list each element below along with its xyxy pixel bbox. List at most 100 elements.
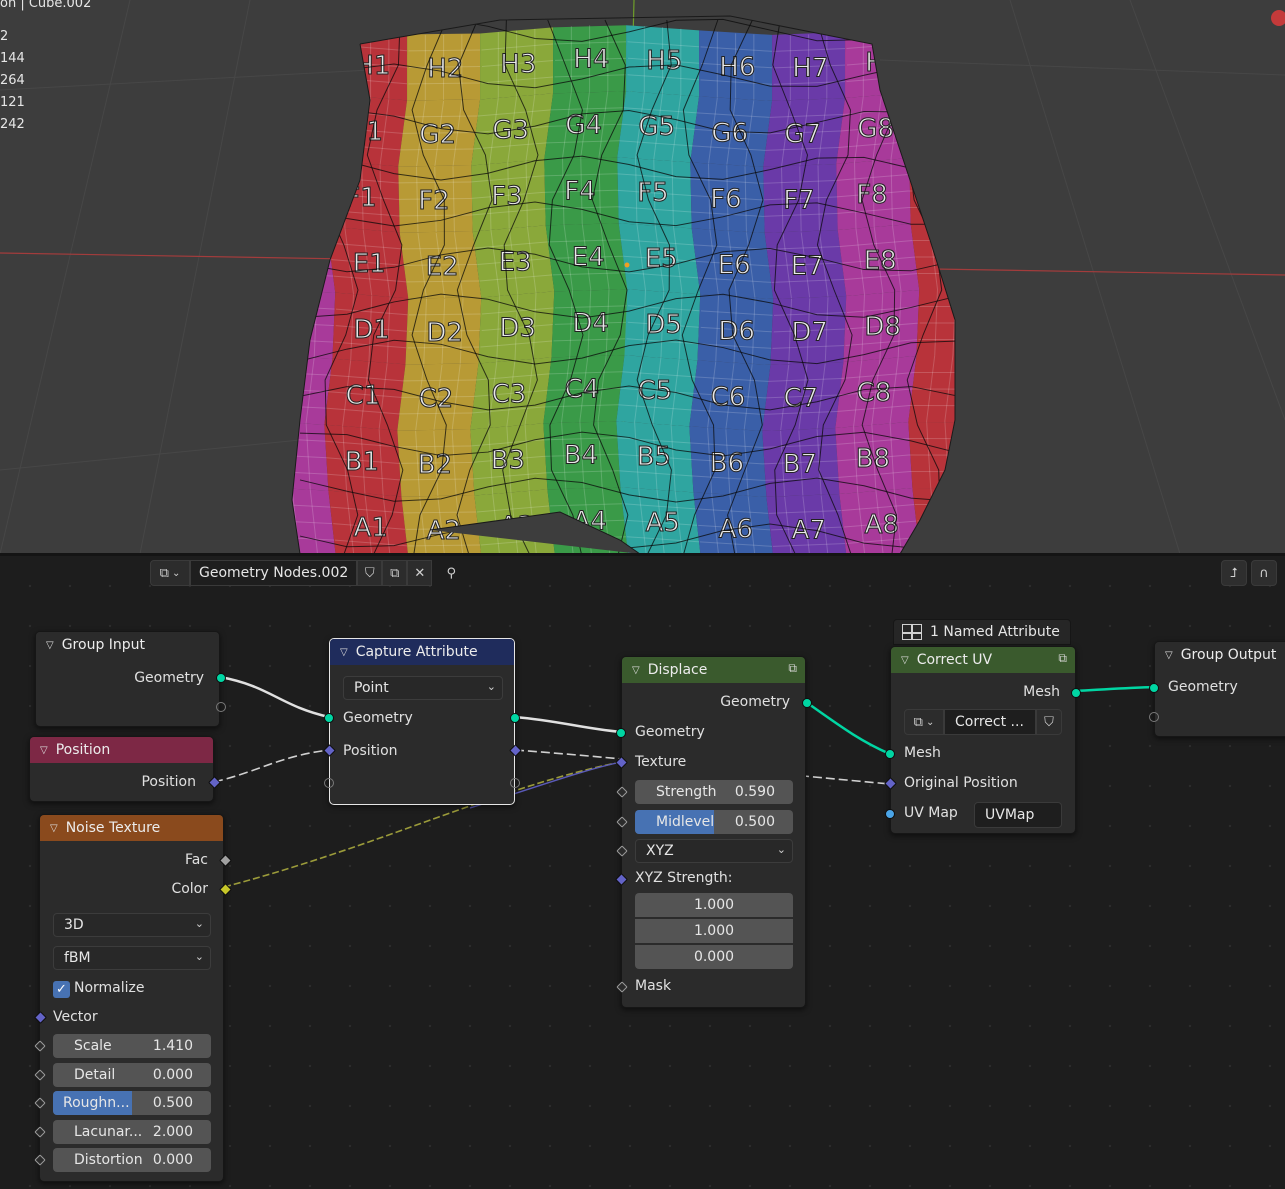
viewport-scene: H1G1F1E1D1C1B1A1H2G2F2E2D2C2B2A2H3G3F3E3… (0, 0, 1285, 554)
collapse-chevron-icon[interactable]: ▽ (40, 745, 48, 756)
mesh-input-socket[interactable] (885, 749, 895, 759)
node-group-icon[interactable]: ⧉ (1058, 651, 1067, 666)
pin-icon[interactable]: ⚲ (436, 560, 466, 586)
strength-field[interactable]: Strength 0.590 (635, 780, 793, 804)
geometry-output-socket[interactable] (216, 673, 226, 683)
distortion-input-socket[interactable] (34, 1154, 46, 1166)
capture-attribute-node[interactable]: ▽ Capture Attribute Point ⌄ Geometry Posi… (323, 638, 522, 805)
uv-grid-label: E1 (353, 249, 386, 279)
uv-grid-cell (292, 25, 335, 95)
mesh-output-socket[interactable] (1071, 688, 1081, 698)
xyz-strength-x-field[interactable]: 1.000 (635, 893, 793, 917)
uv-grid-subline (278, 289, 281, 355)
position-node[interactable]: ▽ Position Position (29, 736, 221, 802)
duplicate-icon[interactable]: ⧉ (382, 560, 408, 586)
roughness-input-socket[interactable] (34, 1097, 46, 1109)
detail-field[interactable]: Detail 0.000 (53, 1063, 211, 1087)
geometry-output-socket[interactable] (802, 698, 812, 708)
lacunarity-input-socket[interactable] (34, 1126, 46, 1138)
empty-input-socket[interactable] (1149, 712, 1159, 722)
distortion-field[interactable]: Distortion 0.000 (53, 1148, 211, 1172)
uv-grid-label: E2 (426, 252, 459, 282)
noise-texture-node[interactable]: ▽ Noise Texture Fac Color 3D ⌄ fBM ⌄ ✓ Nor… (34, 814, 232, 1182)
record-indicator-icon[interactable] (1271, 10, 1285, 26)
roughness-field[interactable]: Roughn... 0.500 (53, 1091, 211, 1115)
displace-header[interactable]: ▽ Displace ⧉ (622, 657, 805, 683)
strength-input-socket[interactable] (616, 786, 628, 798)
scale-input-socket[interactable] (34, 1040, 46, 1052)
empty-output-socket[interactable] (510, 778, 520, 788)
mode-input-socket[interactable] (616, 845, 628, 857)
position-input-socket[interactable] (323, 744, 336, 757)
uv-grid-subline (292, 57, 337, 63)
position-header[interactable]: ▽ Position (30, 737, 213, 763)
empty-input-socket[interactable] (324, 778, 334, 788)
collapse-chevron-icon[interactable]: ▽ (632, 665, 640, 676)
normalize-checkbox[interactable]: ✓ (53, 981, 70, 998)
geometry-input-socket[interactable] (616, 728, 626, 738)
uv-grid-subline (945, 156, 948, 224)
collapse-chevron-icon[interactable]: ▽ (50, 823, 58, 834)
collapse-chevron-icon[interactable]: ▽ (340, 647, 348, 658)
texture-input-socket[interactable] (615, 756, 628, 769)
node-tree-name-field[interactable]: Geometry Nodes.002 (190, 560, 358, 586)
midlevel-field[interactable]: Midlevel 0.500 (635, 810, 793, 834)
node-editor[interactable]: ⧉ ⌄ Geometry Nodes.002 ⛉ ⧉ ✕ ⚲ ⮥ ∩ ▽ Grou… (0, 556, 1285, 1189)
correct-uv-node[interactable]: ▽ Correct UV ⧉ Mesh ⧉ ⌄ Correct ... ⛉ Mes… (884, 646, 1081, 834)
fac-output-socket[interactable] (219, 854, 232, 867)
position-output-socket[interactable] (208, 776, 221, 789)
displace-node[interactable]: ▽ Displace ⧉ Geometry Geometry Texture S… (615, 656, 812, 1008)
correct-uv-header[interactable]: ▽ Correct UV ⧉ (891, 647, 1075, 673)
uv-grid-subline (271, 157, 272, 223)
uv-map-field[interactable]: UVMap (974, 802, 1062, 828)
fake-user-shield-icon[interactable]: ⛉ (357, 560, 383, 586)
collapse-chevron-icon[interactable]: ▽ (1165, 650, 1173, 661)
collapse-chevron-icon[interactable]: ▽ (901, 655, 909, 666)
fake-user-shield-icon[interactable]: ⛉ (1036, 709, 1062, 735)
parent-node-tree-icon[interactable]: ⮥ (1221, 560, 1247, 586)
dimensions-dropdown[interactable]: 3D ⌄ (53, 913, 211, 937)
uv-grid-mesh: H1G1F1E1D1C1B1A1H2G2F2E2D2C2B2A2H3G3F3E3… (271, 17, 955, 554)
capture-attribute-header[interactable]: ▽ Capture Attribute (330, 639, 514, 665)
noise-type-dropdown[interactable]: fBM ⌄ (53, 946, 211, 970)
noise-texture-header[interactable]: ▽ Noise Texture (40, 815, 223, 841)
detail-input-socket[interactable] (34, 1069, 46, 1081)
position-output-socket[interactable] (509, 744, 522, 757)
xyz-strength-input-socket[interactable] (615, 873, 628, 886)
original-position-input-socket[interactable] (884, 777, 897, 790)
xyz-strength-z-field[interactable]: 0.000 (635, 945, 793, 969)
mode-dropdown[interactable]: XYZ ⌄ (635, 839, 793, 863)
node-group-icon[interactable]: ⧉ (788, 661, 797, 676)
group-input-node[interactable]: ▽ Group Input Geometry (35, 631, 226, 727)
geometry-input-socket[interactable] (324, 713, 334, 723)
midlevel-input-socket[interactable] (616, 816, 628, 828)
group-input-header[interactable]: ▽ Group Input (36, 632, 219, 658)
uv-map-input-socket[interactable] (885, 809, 895, 819)
group-output-node[interactable]: ▽ Group Output Geometry (1149, 641, 1285, 737)
lacunarity-field[interactable]: Lacunar... 2.000 (53, 1120, 211, 1144)
color-output-socket[interactable] (219, 883, 232, 896)
mask-input-socket[interactable] (616, 981, 628, 993)
group-browse-button[interactable]: ⧉ ⌄ (904, 709, 944, 735)
group-output-header[interactable]: ▽ Group Output (1155, 642, 1285, 668)
empty-output-socket[interactable] (216, 702, 226, 712)
group-name-field[interactable]: Correct ... (944, 709, 1036, 735)
uv-grid-label: C7 (784, 383, 819, 413)
named-attribute-tag: 1 Named Attribute (893, 619, 1071, 645)
close-icon[interactable]: ✕ (407, 560, 433, 586)
uv-grid-label: B1 (345, 447, 379, 477)
domain-dropdown[interactable]: Point ⌄ (343, 676, 503, 700)
geometry-input-socket[interactable] (1149, 683, 1159, 693)
3d-viewport[interactable]: H1G1F1E1D1C1B1A1H2G2F2E2D2C2B2A2H3G3F3E3… (0, 0, 1285, 554)
uv-grid-label: F2 (418, 186, 450, 216)
midlevel-label: Midlevel (656, 814, 715, 830)
collapse-chevron-icon[interactable]: ▽ (46, 640, 54, 651)
xyz-strength-y-field[interactable]: 1.000 (635, 919, 793, 943)
geometry-output-socket[interactable] (510, 713, 520, 723)
vector-input-socket[interactable] (34, 1011, 47, 1024)
snap-magnet-icon[interactable]: ∩ (1251, 560, 1277, 586)
chevron-down-icon: ⌄ (486, 680, 496, 693)
node-tree-browse-button[interactable]: ⧉ ⌄ (150, 560, 190, 586)
scale-field[interactable]: Scale 1.410 (53, 1034, 211, 1058)
uv-grid-label: B7 (783, 449, 817, 479)
